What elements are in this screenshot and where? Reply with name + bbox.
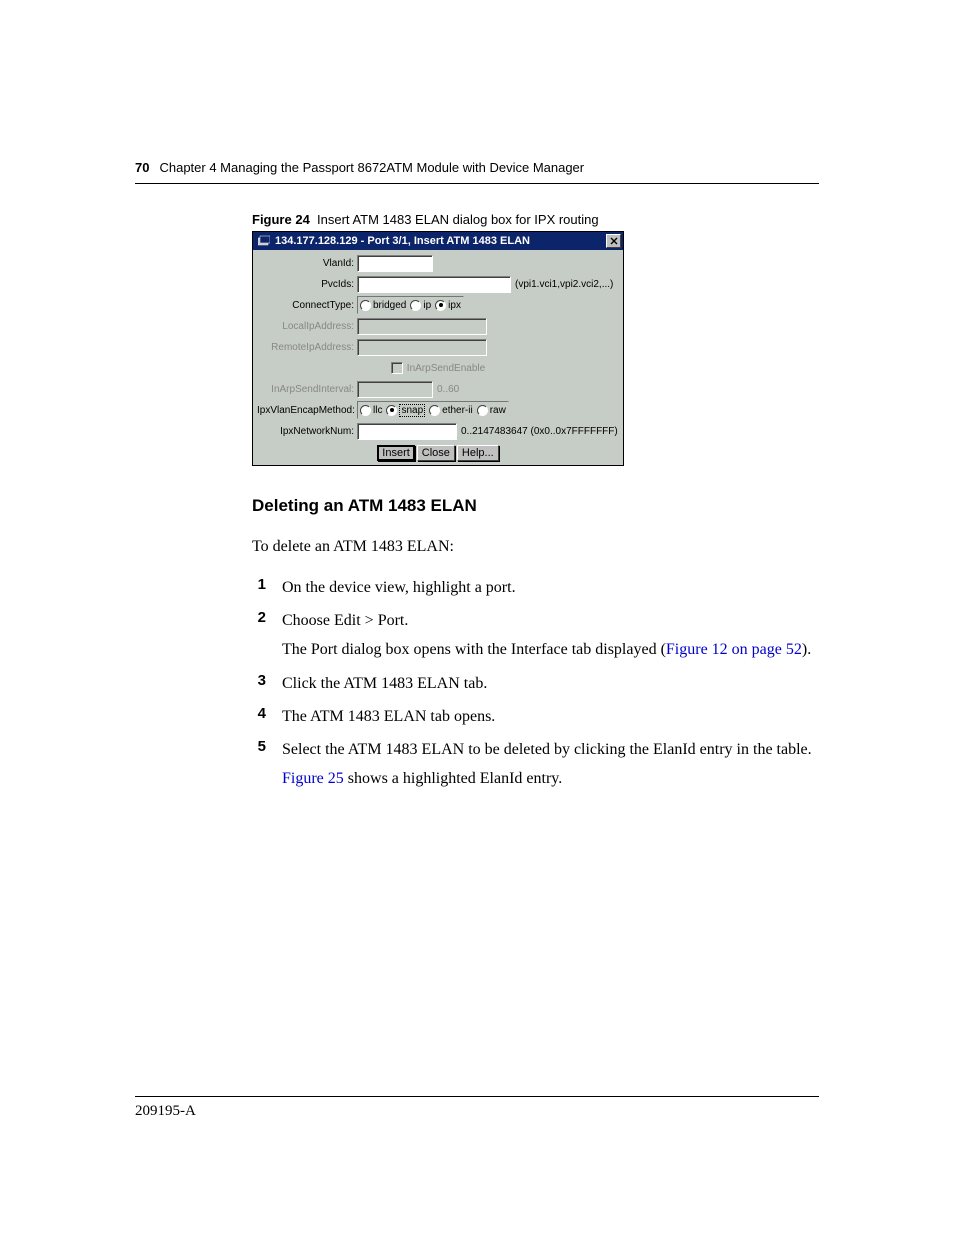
inarpsendinterval-input	[357, 381, 433, 398]
section-heading: Deleting an ATM 1483 ELAN	[252, 496, 819, 516]
connecttype-label: ConnectType:	[257, 300, 357, 311]
remoteip-input	[357, 339, 487, 356]
step-number: 2	[252, 609, 266, 661]
chapter-title: Chapter 4 Managing the Passport 8672ATM …	[159, 160, 584, 175]
document-id: 209195-A	[135, 1096, 819, 1120]
step-body: The ATM 1483 ELAN tab opens.	[282, 705, 819, 728]
encap-raw-radio[interactable]: raw	[477, 405, 506, 416]
connecttype-bridged-radio[interactable]: bridged	[360, 300, 406, 311]
section-intro: To delete an ATM 1483 ELAN:	[252, 538, 819, 556]
localip-label: LocalIpAddress:	[257, 321, 357, 332]
close-icon[interactable]	[606, 234, 621, 248]
inarpsendinterval-label: InArpSendInterval:	[257, 384, 357, 395]
figure-caption-text: Insert ATM 1483 ELAN dialog box for IPX …	[317, 212, 599, 227]
connecttype-group: bridged ip ipx	[357, 296, 464, 314]
ipxnetworknum-label: IpxNetworkNum:	[257, 426, 357, 437]
encap-snap-radio[interactable]: snap	[386, 404, 425, 417]
step-body: Choose Edit > Port. The Port dialog box …	[282, 609, 819, 661]
encap-llc-radio[interactable]: llc	[360, 405, 382, 416]
titlebar: 134.177.128.129 - Port 3/1, Insert ATM 1…	[253, 232, 623, 250]
page-number: 70	[135, 160, 149, 175]
step-body: On the device view, highlight a port.	[282, 576, 819, 599]
vlanid-label: VlanId:	[257, 258, 357, 269]
step-number: 3	[252, 672, 266, 695]
dialog-button-row: Insert Close Help...	[257, 445, 619, 461]
figure-label: Figure 24	[252, 212, 310, 227]
step-2: 2 Choose Edit > Port. The Port dialog bo…	[252, 609, 819, 661]
system-icon	[257, 234, 271, 248]
step-number: 4	[252, 705, 266, 728]
ipxvlanencap-group: llc snap ether-ii raw	[357, 401, 509, 419]
inarpsendenable-label: InArpSendEnable	[407, 363, 485, 374]
dialog-window: 134.177.128.129 - Port 3/1, Insert ATM 1…	[252, 231, 624, 466]
pvcids-label: PvcIds:	[257, 279, 357, 290]
ipxnetworknum-input[interactable]	[357, 423, 457, 440]
connecttype-ip-radio[interactable]: ip	[410, 300, 431, 311]
step-body: Click the ATM 1483 ELAN tab.	[282, 672, 819, 695]
step-3: 3 Click the ATM 1483 ELAN tab.	[252, 672, 819, 695]
step-list: 1 On the device view, highlight a port. …	[252, 576, 819, 790]
figure-25-link[interactable]: Figure 25	[282, 770, 344, 787]
step-5: 5 Select the ATM 1483 ELAN to be deleted…	[252, 738, 819, 790]
step-number: 1	[252, 576, 266, 599]
ipxnetworknum-hint: 0..2147483647 (0x0..0x7FFFFFFF)	[461, 426, 618, 437]
ipxvlanencap-label: IpxVlanEncapMethod:	[257, 405, 357, 416]
figure-12-link[interactable]: Figure 12 on page 52	[666, 641, 802, 658]
dialog-form: VlanId: PvcIds: (vpi1.vci1,vpi2.vci2,...…	[253, 250, 623, 465]
step-note: Figure 25 shows a highlighted ElanId ent…	[282, 767, 819, 790]
page-header: 70 Chapter 4 Managing the Passport 8672A…	[135, 160, 819, 184]
remoteip-label: RemoteIpAddress:	[257, 342, 357, 353]
step-note: The Port dialog box opens with the Inter…	[282, 638, 819, 661]
step-body: Select the ATM 1483 ELAN to be deleted b…	[282, 738, 819, 790]
pvcids-hint: (vpi1.vci1,vpi2.vci2,...)	[515, 279, 613, 290]
inarpsendenable-checkbox: InArpSendEnable	[391, 362, 485, 374]
inarpsendinterval-hint: 0..60	[437, 384, 459, 395]
encap-etherii-radio[interactable]: ether-ii	[429, 405, 473, 416]
pvcids-input[interactable]	[357, 276, 511, 293]
connecttype-ipx-radio[interactable]: ipx	[435, 300, 461, 311]
close-button[interactable]: Close	[417, 445, 455, 461]
step-1: 1 On the device view, highlight a port.	[252, 576, 819, 599]
localip-input	[357, 318, 487, 335]
help-button[interactable]: Help...	[457, 445, 499, 461]
step-number: 5	[252, 738, 266, 790]
figure-caption: Figure 24 Insert ATM 1483 ELAN dialog bo…	[252, 212, 819, 227]
vlanid-input[interactable]	[357, 255, 433, 272]
insert-button[interactable]: Insert	[377, 445, 415, 461]
page-footer: 209195-A	[135, 1096, 819, 1120]
dialog-title: 134.177.128.129 - Port 3/1, Insert ATM 1…	[275, 235, 606, 247]
step-4: 4 The ATM 1483 ELAN tab opens.	[252, 705, 819, 728]
